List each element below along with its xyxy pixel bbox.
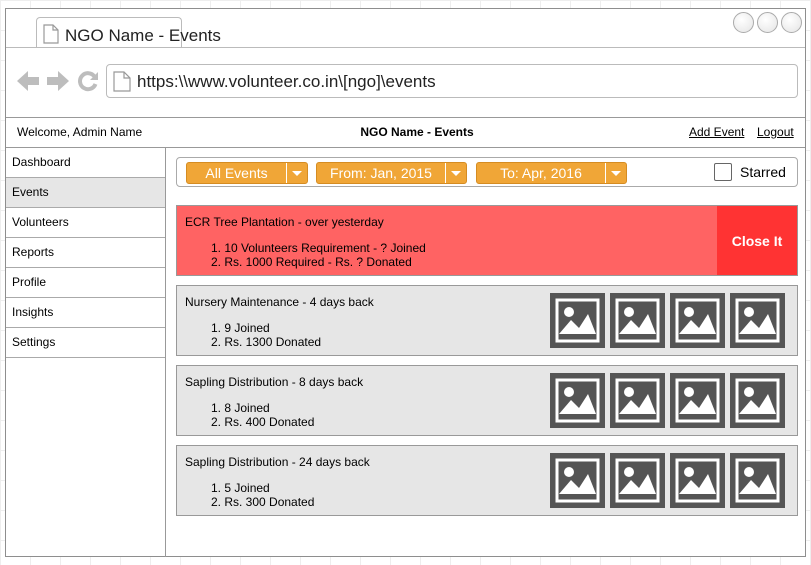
sidebar-item-insights[interactable]: Insights bbox=[6, 298, 165, 328]
browser-window: NGO Name - Events https:\\www.volunteer.… bbox=[5, 8, 806, 557]
event-donations: 2. Rs. 400 Donated bbox=[211, 415, 315, 429]
add-event-link[interactable]: Add Event bbox=[689, 125, 744, 139]
event-card: Nursery Maintenance - 4 days back 1. 9 J… bbox=[176, 285, 798, 356]
window-controls bbox=[733, 12, 802, 33]
event-title: Sapling Distribution - 24 days back bbox=[185, 455, 370, 469]
image-thumbnail[interactable] bbox=[550, 293, 605, 348]
photo-gallery bbox=[550, 453, 785, 508]
image-placeholder-icon bbox=[675, 378, 720, 423]
close-window-button[interactable] bbox=[781, 12, 802, 33]
main-content: All Events From: Jan, 2015 To: Apr, 2016… bbox=[176, 157, 798, 516]
tab-divider bbox=[6, 47, 805, 48]
image-placeholder-icon bbox=[555, 378, 600, 423]
document-icon bbox=[43, 24, 59, 44]
close-event-button[interactable]: Close It bbox=[717, 206, 797, 275]
from-date-label: From: Jan, 2015 bbox=[330, 165, 432, 181]
sidebar-item-volunteers[interactable]: Volunteers bbox=[6, 208, 165, 238]
url-text[interactable]: https:\\www.volunteer.co.in\[ngo]\events bbox=[137, 72, 436, 92]
category-dropdown[interactable]: All Events bbox=[186, 162, 308, 184]
page-icon bbox=[113, 71, 131, 92]
chevron-down-icon bbox=[605, 163, 626, 183]
image-placeholder-icon bbox=[555, 298, 600, 343]
sidebar-item-dashboard[interactable]: Dashboard bbox=[6, 148, 165, 178]
minimize-button[interactable] bbox=[733, 12, 754, 33]
sidebar-item-settings[interactable]: Settings bbox=[6, 328, 165, 358]
image-placeholder-icon bbox=[675, 298, 720, 343]
welcome-text: Welcome, Admin Name bbox=[17, 125, 143, 139]
image-placeholder-icon bbox=[615, 298, 660, 343]
event-volunteers: 1. 8 Joined bbox=[211, 401, 270, 415]
sidebar-item-profile[interactable]: Profile bbox=[6, 268, 165, 298]
tab-title: NGO Name - Events bbox=[65, 26, 221, 45]
image-placeholder-icon bbox=[675, 458, 720, 503]
event-volunteers: 1. 10 Volunteers Requirement - ? Joined bbox=[211, 241, 426, 255]
page-title: NGO Name - Events bbox=[360, 125, 474, 139]
logout-link[interactable]: Logout bbox=[757, 125, 794, 139]
image-thumbnail[interactable] bbox=[610, 453, 665, 508]
sidebar: Dashboard Events Volunteers Reports Prof… bbox=[6, 148, 166, 557]
starred-checkbox[interactable] bbox=[714, 163, 732, 181]
image-placeholder-icon bbox=[735, 298, 780, 343]
forward-arrow-icon[interactable] bbox=[46, 70, 70, 92]
sidebar-item-reports[interactable]: Reports bbox=[6, 238, 165, 268]
image-thumbnail[interactable] bbox=[670, 373, 725, 428]
to-date-label: To: Apr, 2016 bbox=[500, 165, 582, 181]
to-date-dropdown[interactable]: To: Apr, 2016 bbox=[476, 162, 627, 184]
address-bar[interactable]: https:\\www.volunteer.co.in\[ngo]\events bbox=[106, 64, 798, 98]
event-title: ECR Tree Plantation - over yesterday bbox=[185, 215, 384, 229]
image-placeholder-icon bbox=[735, 458, 780, 503]
image-thumbnail[interactable] bbox=[550, 373, 605, 428]
from-date-dropdown[interactable]: From: Jan, 2015 bbox=[316, 162, 467, 184]
photo-gallery bbox=[550, 373, 785, 428]
event-title: Sapling Distribution - 8 days back bbox=[185, 375, 364, 389]
event-card: ECR Tree Plantation - over yesterday 1. … bbox=[176, 205, 798, 276]
event-donations: 2. Rs. 1300 Donated bbox=[211, 335, 322, 349]
event-volunteers: 1. 5 Joined bbox=[211, 481, 270, 495]
image-thumbnail[interactable] bbox=[670, 453, 725, 508]
back-arrow-icon[interactable] bbox=[16, 70, 40, 92]
event-card: Sapling Distribution - 8 days back 1. 8 … bbox=[176, 365, 798, 436]
image-thumbnail[interactable] bbox=[610, 293, 665, 348]
image-placeholder-icon bbox=[615, 378, 660, 423]
image-placeholder-icon bbox=[615, 458, 660, 503]
image-placeholder-icon bbox=[555, 458, 600, 503]
event-card: Sapling Distribution - 24 days back 1. 5… bbox=[176, 445, 798, 516]
image-thumbnail[interactable] bbox=[670, 293, 725, 348]
image-thumbnail[interactable] bbox=[730, 293, 785, 348]
event-donations: 2. Rs. 1000 Required - Rs. ? Donated bbox=[211, 255, 412, 269]
image-thumbnail[interactable] bbox=[730, 373, 785, 428]
chevron-down-icon bbox=[445, 163, 466, 183]
category-dropdown-label: All Events bbox=[205, 165, 268, 181]
refresh-icon[interactable] bbox=[76, 70, 100, 92]
browser-tab[interactable]: NGO Name - Events bbox=[36, 17, 221, 47]
maximize-button[interactable] bbox=[757, 12, 778, 33]
sidebar-item-events[interactable]: Events bbox=[6, 178, 165, 208]
starred-label: Starred bbox=[740, 164, 786, 180]
image-thumbnail[interactable] bbox=[550, 453, 605, 508]
image-thumbnail[interactable] bbox=[730, 453, 785, 508]
event-donations: 2. Rs. 300 Donated bbox=[211, 495, 315, 509]
image-thumbnail[interactable] bbox=[610, 373, 665, 428]
event-volunteers: 1. 9 Joined bbox=[211, 321, 270, 335]
filter-bar: All Events From: Jan, 2015 To: Apr, 2016… bbox=[176, 157, 798, 187]
event-title: Nursery Maintenance - 4 days back bbox=[185, 295, 374, 309]
photo-gallery bbox=[550, 293, 785, 348]
chevron-down-icon bbox=[286, 163, 307, 183]
image-placeholder-icon bbox=[735, 378, 780, 423]
header-divider bbox=[6, 117, 805, 118]
